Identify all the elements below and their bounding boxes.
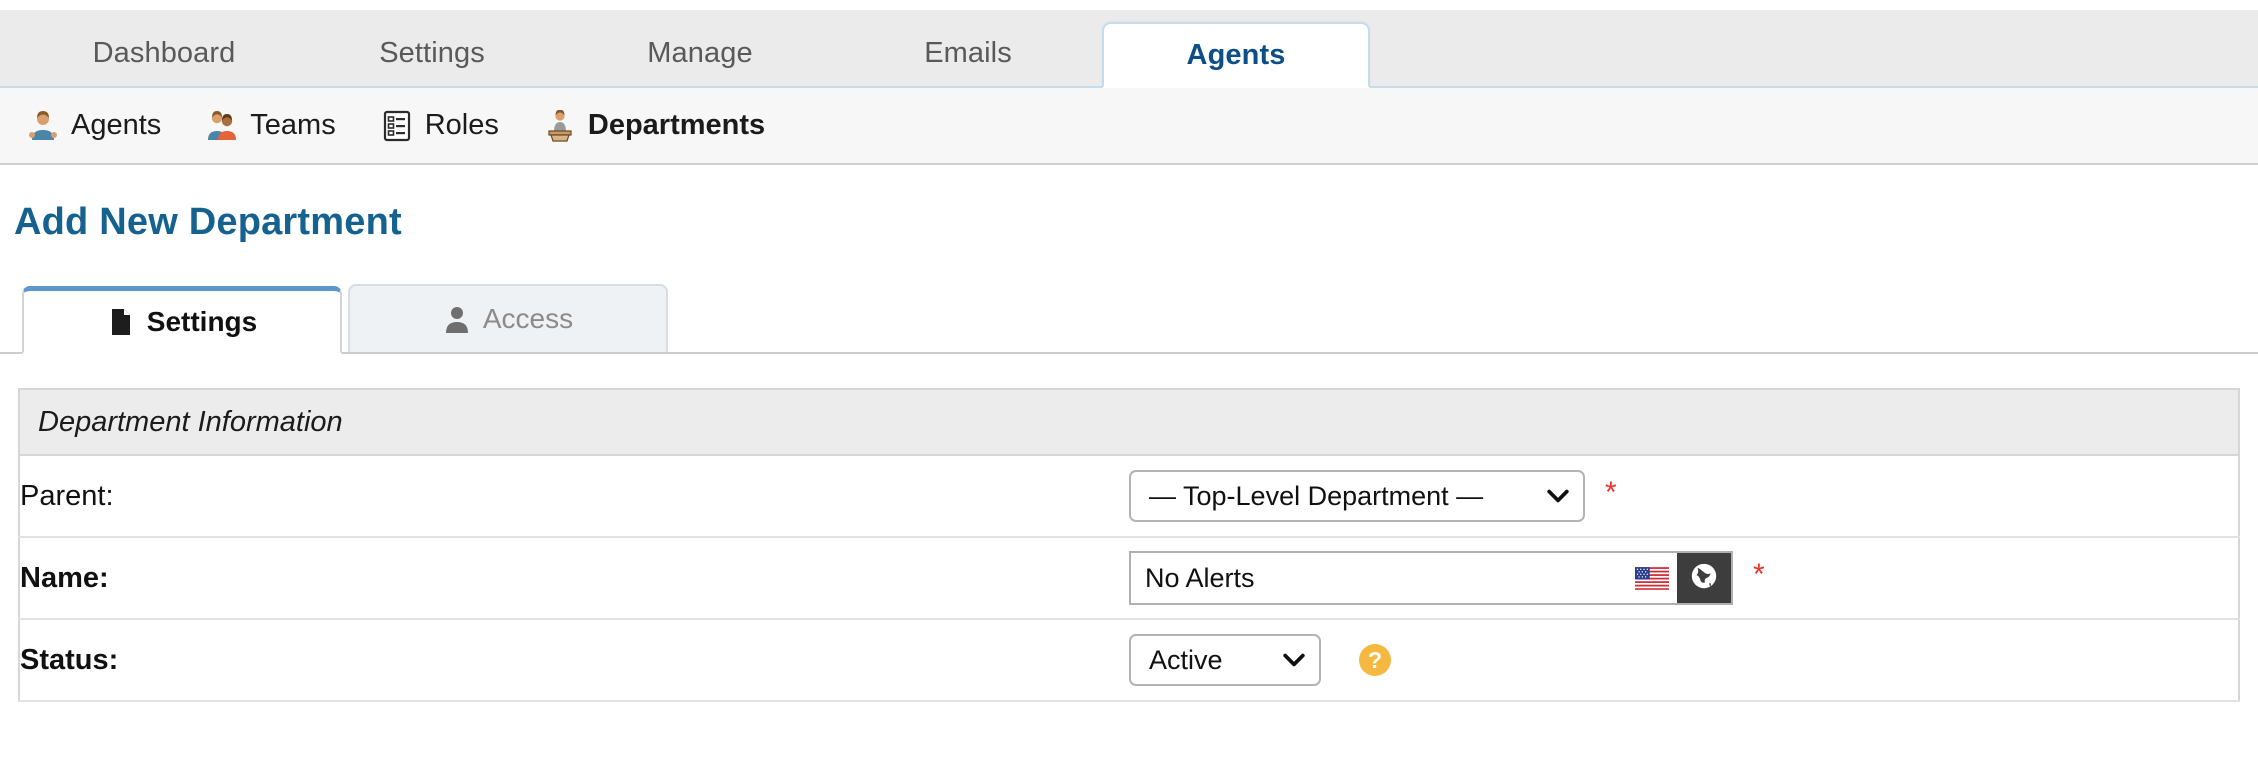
form-section-header: Department Information: [19, 389, 2239, 456]
roles-list-icon: [380, 109, 414, 143]
departments-podium-icon: [543, 109, 577, 143]
parent-label: Parent:: [19, 455, 1129, 538]
form-row-status: Status: Active ?: [19, 619, 2239, 702]
tab-manage[interactable]: Manage: [566, 20, 834, 86]
tab-agents-label: Agents: [1186, 38, 1286, 71]
tab-dashboard-label: Dashboard: [92, 36, 236, 69]
subnav-item-departments-label: Departments: [587, 109, 766, 141]
primary-nav-bar: Dashboard Settings Manage Emails Agents: [0, 10, 2258, 88]
subnav-item-agents-label: Agents: [71, 109, 162, 141]
tab-settings[interactable]: Settings: [298, 20, 566, 86]
subnav-item-roles[interactable]: Roles: [380, 109, 499, 143]
content-tabs: Settings Access: [0, 282, 2258, 354]
name-input[interactable]: No Alerts: [1131, 553, 1631, 603]
question-help-icon[interactable]: ?: [1359, 644, 1391, 676]
status-select-value: Active: [1149, 644, 1223, 675]
subnav-item-teams[interactable]: Teams: [205, 109, 336, 143]
form-row-name: Name: No Alerts *: [19, 537, 2239, 620]
us-flag-icon: [1631, 553, 1677, 603]
status-label: Status:: [19, 619, 1129, 702]
teams-people-icon: [205, 109, 239, 143]
translate-button[interactable]: [1677, 553, 1731, 603]
tab-dashboard[interactable]: Dashboard: [30, 20, 298, 86]
name-label: Name:: [19, 537, 1129, 620]
status-select[interactable]: Active: [1129, 634, 1321, 686]
document-icon: [107, 307, 135, 337]
tab-settings-label: Settings: [379, 36, 485, 69]
globe-icon: [1689, 561, 1719, 596]
name-input-group: No Alerts: [1129, 551, 1733, 605]
subnav-item-teams-label: Teams: [250, 109, 336, 141]
page-title: Add New Department: [14, 201, 402, 243]
name-required-marker: *: [1753, 558, 1765, 591]
tab-settings-inner-label: Settings: [146, 305, 258, 337]
subnav-item-agents[interactable]: Agents: [26, 109, 161, 143]
tab-emails-label: Emails: [924, 36, 1012, 69]
tab-manage-label: Manage: [647, 36, 753, 69]
subnav-item-roles-label: Roles: [424, 109, 499, 141]
chevron-down-icon: [1283, 653, 1305, 667]
subnav-item-departments[interactable]: Departments: [543, 109, 765, 143]
agent-person-icon: [26, 109, 60, 143]
form-row-parent: Parent: — Top-Level Department — *: [19, 455, 2239, 538]
tab-agents[interactable]: Agents: [1102, 22, 1370, 88]
person-icon: [443, 304, 471, 334]
chevron-down-icon: [1547, 489, 1569, 503]
parent-required-marker: *: [1605, 476, 1617, 509]
tab-settings-inner[interactable]: Settings: [22, 286, 342, 354]
department-information-form: Department Information Parent: — Top-Lev…: [18, 388, 2240, 702]
tab-access-inner[interactable]: Access: [348, 284, 668, 352]
secondary-nav-bar: Agents Teams Roles Departments: [0, 88, 2258, 165]
parent-select[interactable]: — Top-Level Department —: [1129, 470, 1585, 522]
form-section-title: Department Information: [19, 389, 2239, 456]
tab-access-inner-label: Access: [482, 303, 574, 334]
top-spacer: [0, 0, 2258, 10]
form-container: Department Information Parent: — Top-Lev…: [0, 354, 2258, 702]
tab-emails[interactable]: Emails: [834, 20, 1102, 86]
parent-select-value: — Top-Level Department —: [1149, 480, 1484, 511]
